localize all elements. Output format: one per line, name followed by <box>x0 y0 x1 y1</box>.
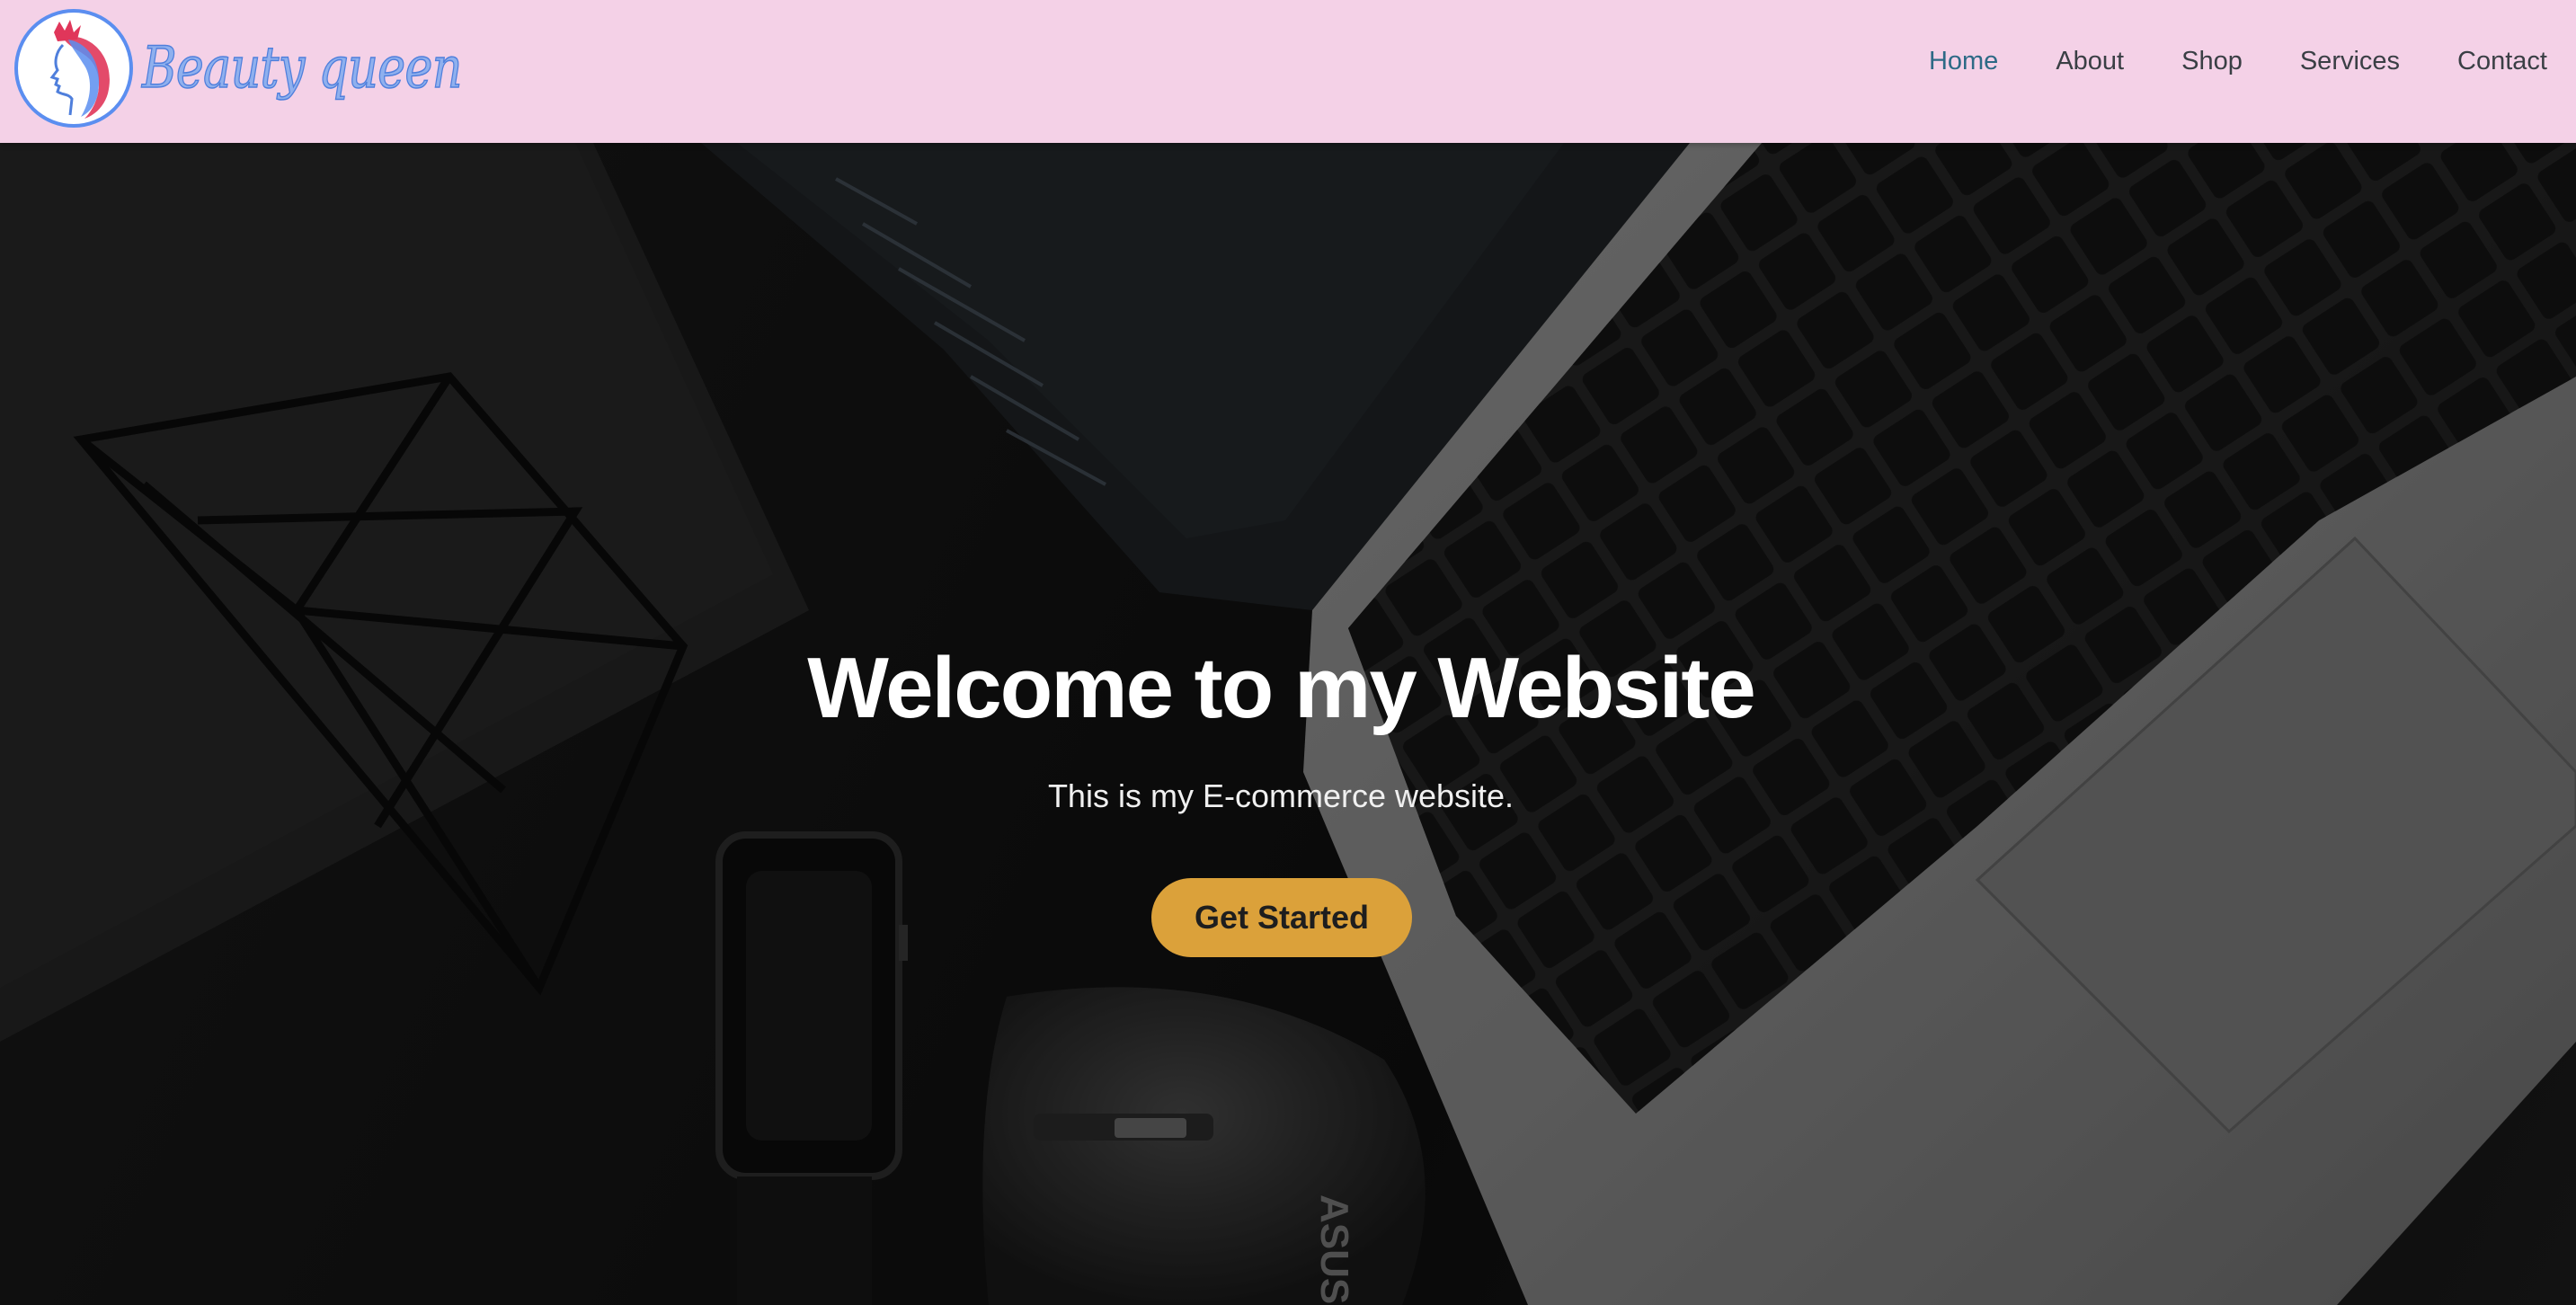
nav-home[interactable]: Home <box>1929 47 1998 76</box>
hero-subtitle: This is my E-commerce website. <box>1047 777 1515 814</box>
logo[interactable]: Beauty queen <box>14 9 532 128</box>
site-header: Beauty queen Home About Shop Services Co… <box>0 0 2576 143</box>
logo-text: Beauty queen <box>141 34 463 102</box>
get-started-button[interactable]: Get Started <box>1151 878 1412 957</box>
nav-contact[interactable]: Contact <box>2457 47 2547 76</box>
queen-silhouette-icon <box>14 9 133 128</box>
nav-about[interactable]: About <box>2056 47 2124 76</box>
nav-shop[interactable]: Shop <box>2181 47 2243 76</box>
main-nav: Home About Shop Services Contact <box>1929 47 2547 76</box>
hero-content: Welcome to my Website This is my E-comme… <box>0 143 2576 1305</box>
nav-services[interactable]: Services <box>2300 47 2400 76</box>
hero-title: Welcome to my Website <box>807 640 1755 736</box>
hero-section: ASUS Welcome to my Website This is my E-… <box>0 143 2576 1305</box>
